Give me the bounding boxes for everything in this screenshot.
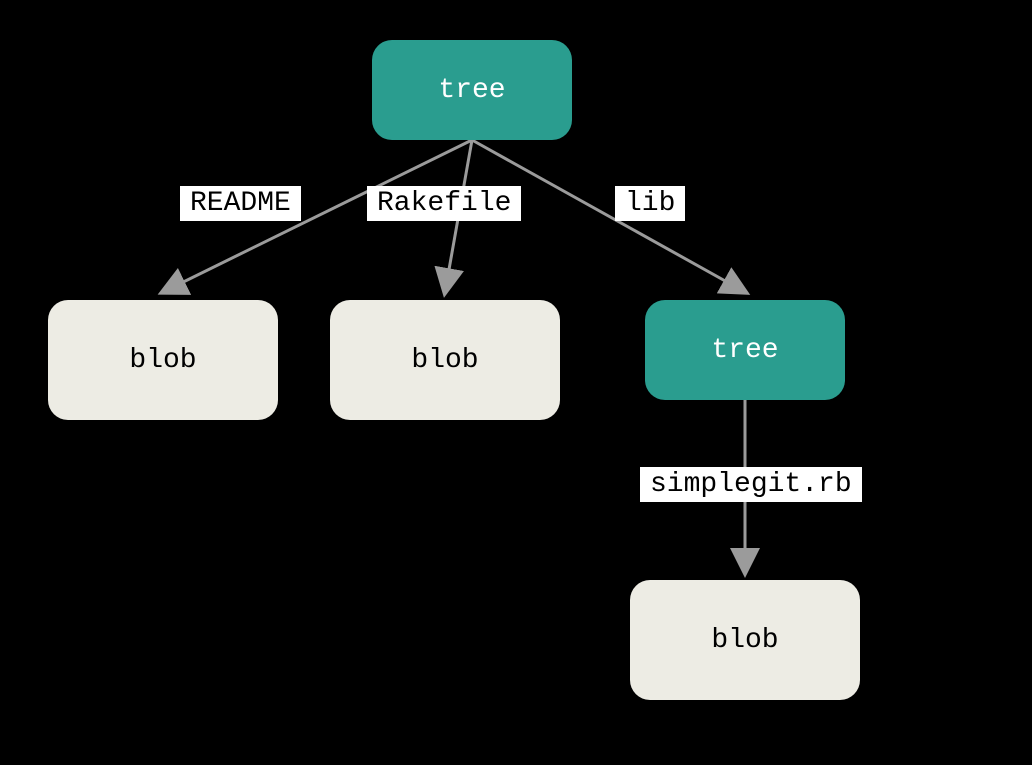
edge-label-simplegitrb: simplegit.rb — [640, 467, 862, 502]
blob_simplegit-node: blob — [630, 580, 860, 700]
root_tree-node: tree — [372, 40, 572, 140]
edge-label-rakefile: Rakefile — [367, 186, 521, 221]
blob_rakefile-node: blob — [330, 300, 560, 420]
tree_lib-node: tree — [645, 300, 845, 400]
edge-label-lib: lib — [615, 186, 685, 221]
blob_readme-node: blob — [48, 300, 278, 420]
edge-label-readme: README — [180, 186, 301, 221]
